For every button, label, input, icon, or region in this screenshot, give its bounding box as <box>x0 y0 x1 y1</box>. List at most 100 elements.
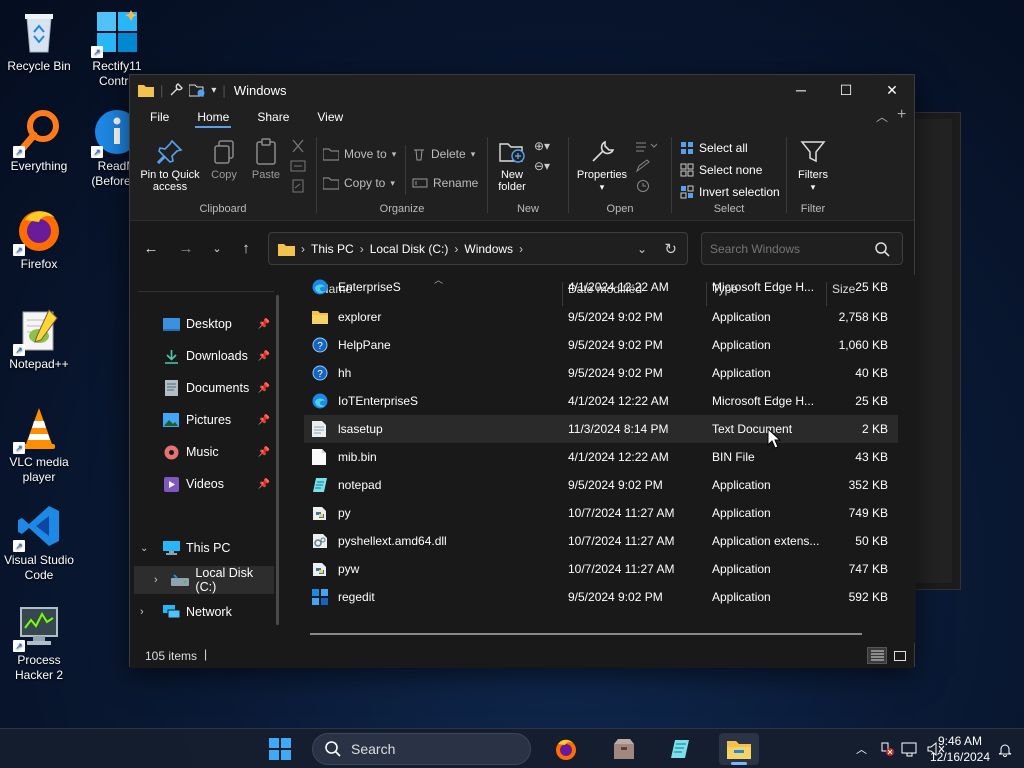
start-button[interactable] <box>260 733 300 765</box>
maximize-button[interactable]: ☐ <box>823 75 869 105</box>
title-bar[interactable]: | ▾ | Windows ─ ☐ ✕ <box>130 75 914 105</box>
new-item-icon[interactable]: ⊕▾ <box>534 139 550 153</box>
pin-icon[interactable]: 📌 <box>258 383 270 394</box>
breadcrumb-local-disk[interactable]: Local Disk (C:) <box>370 242 449 256</box>
pin-icon[interactable]: 📌 <box>258 415 270 426</box>
cut-icon[interactable] <box>290 139 306 153</box>
table-row[interactable]: pyw 10/7/2024 11:27 AM Application 747 KB <box>304 555 898 583</box>
network-status-icon[interactable] <box>901 741 919 757</box>
table-row[interactable]: EnterpriseS 4/1/2024 12:22 AM Microsoft Ed… <box>304 275 898 301</box>
table-row[interactable]: ? HelpPane 9/5/2024 9:02 PM Application 1,06… <box>304 331 898 359</box>
pin-icon[interactable]: 📌 <box>258 479 270 490</box>
table-row[interactable]: mib.bin 4/1/2024 12:22 AM BIN File 43 KB <box>304 443 898 471</box>
nav-pane-scrollbar[interactable] <box>276 295 279 625</box>
desktop-icon-notepadpp[interactable]: ↗ Notepad++ <box>0 306 78 372</box>
security-status-icon[interactable] <box>879 741 895 757</box>
sidebar-item-this-pc[interactable]: ⌄ This PC <box>130 534 282 562</box>
desktop-icon-everything[interactable]: ↗ Everything <box>0 108 78 174</box>
taskbar-firefox[interactable] <box>546 733 586 765</box>
table-row[interactable]: regedit 9/5/2024 9:02 PM Application 592 KB <box>304 583 898 611</box>
notifications-bell-icon[interactable] <box>998 742 1012 757</box>
select-all-button[interactable]: Select all <box>680 141 748 155</box>
search-box[interactable] <box>701 232 903 265</box>
table-row[interactable]: explorer 9/5/2024 9:02 PM Application 2,758… <box>304 303 898 331</box>
new-folder-button[interactable]: New folder <box>490 135 534 193</box>
paste-button[interactable]: Paste <box>246 135 286 181</box>
open-icon[interactable] <box>635 139 657 153</box>
large-icons-view-button[interactable] <box>890 647 910 664</box>
clock[interactable]: 9:46 AM 12/16/2024 <box>928 733 992 765</box>
minimize-button[interactable]: ─ <box>778 75 824 105</box>
taskbar-search-box[interactable]: Search <box>312 733 531 765</box>
tab-home[interactable]: Home <box>183 105 243 129</box>
show-hidden-icons-chevron-icon[interactable]: ︿ <box>856 741 867 757</box>
new-folder-icon[interactable] <box>189 83 205 97</box>
up-button[interactable]: ↑ <box>233 235 259 261</box>
desktop-icon-firefox[interactable]: ↗ Firefox <box>0 206 78 272</box>
tab-view[interactable]: View <box>303 105 357 129</box>
pin-to-quick-access-button[interactable]: Pin to Quick access <box>136 135 204 193</box>
sidebar-item-videos[interactable]: Videos 📌 <box>130 470 282 498</box>
rename-button[interactable]: Rename <box>412 176 478 190</box>
address-history-chevron-icon[interactable]: ⌄ <box>637 242 647 256</box>
table-row[interactable]: notepad 9/5/2024 9:02 PM Application 352 KB <box>304 471 898 499</box>
back-button[interactable]: ← <box>138 235 164 261</box>
close-button[interactable]: ✕ <box>869 75 915 105</box>
chevron-right-icon[interactable]: › <box>154 574 167 586</box>
sidebar-item-downloads[interactable]: Downloads 📌 <box>130 342 282 370</box>
tab-file[interactable]: File <box>130 105 183 129</box>
chevron-down-icon[interactable]: ⌄ <box>140 543 156 554</box>
sidebar-item-desktop[interactable]: Desktop 📌 <box>130 310 282 338</box>
desktop-icon-vscode[interactable]: ↗ Visual Studio Code <box>0 502 78 583</box>
recent-locations-button[interactable]: ⌄ <box>204 235 230 261</box>
details-view-button[interactable] <box>867 647 887 664</box>
invert-selection-button[interactable]: Invert selection <box>680 185 780 199</box>
chevron-right-icon[interactable]: › <box>140 606 156 618</box>
taskbar-file-explorer[interactable] <box>719 733 759 765</box>
select-none-button[interactable]: Select none <box>680 163 762 177</box>
copy-path-icon[interactable] <box>290 159 306 173</box>
history-icon[interactable] <box>635 179 651 193</box>
pin-icon[interactable]: 📌 <box>258 351 270 362</box>
taskbar-notepad[interactable] <box>661 733 701 765</box>
delete-button[interactable]: Delete ▾ <box>412 147 475 161</box>
file-size: 747 KB <box>848 562 888 576</box>
tab-share[interactable]: Share <box>243 105 303 129</box>
customize-qat-chevron-icon[interactable]: ▾ <box>211 85 216 96</box>
desktop-icon-process-hacker[interactable]: ↗ Process Hacker 2 <box>0 602 78 683</box>
forward-button[interactable]: → <box>173 235 199 261</box>
properties-icon[interactable] <box>169 83 184 97</box>
refresh-icon[interactable]: ↻ <box>664 240 677 258</box>
copy-button[interactable]: Copy <box>204 135 244 181</box>
easy-access-icon[interactable]: ⊖▾ <box>534 159 550 173</box>
properties-button[interactable]: Properties ▾ <box>573 135 631 193</box>
horizontal-scrollbar[interactable] <box>310 633 862 635</box>
pin-icon[interactable]: 📌 <box>258 447 270 458</box>
sidebar-item-pictures[interactable]: Pictures 📌 <box>130 406 282 434</box>
table-row[interactable]: lsasetup 11/3/2024 8:14 PM Text Document 2 … <box>304 415 898 443</box>
table-row[interactable]: IoTEnterpriseS 4/1/2024 12:22 AM Microsoft… <box>304 387 898 415</box>
pin-icon[interactable]: 📌 <box>258 319 270 330</box>
paste-shortcut-icon[interactable] <box>290 179 306 193</box>
filters-button[interactable]: Filters ▾ <box>791 135 835 193</box>
search-input[interactable] <box>710 241 870 256</box>
desktop-icon-recycle-bin[interactable]: Recycle Bin <box>0 8 78 74</box>
sidebar-item-local-disk[interactable]: › Local Disk (C:) <box>134 566 274 594</box>
sidebar-item-network[interactable]: › Network <box>130 598 282 626</box>
collapse-ribbon-chevron-icon[interactable]: ︿ <box>876 108 888 125</box>
search-icon[interactable] <box>875 242 890 257</box>
breadcrumb-windows[interactable]: Windows <box>464 242 513 256</box>
sidebar-item-music[interactable]: Music 📌 <box>130 438 282 466</box>
breadcrumb-this-pc[interactable]: This PC <box>311 242 354 256</box>
table-row[interactable]: pyshellext.amd64.dll 10/7/2024 11:27 AM Ap… <box>304 527 898 555</box>
taskbar-archive-app[interactable] <box>604 733 644 765</box>
help-plus-icon[interactable]: + <box>897 106 906 124</box>
desktop-icon-vlc[interactable]: ↗ VLC media player <box>0 404 78 485</box>
sidebar-item-documents[interactable]: Documents 📌 <box>130 374 282 402</box>
edit-pencil-icon[interactable] <box>635 159 651 173</box>
move-to-button[interactable]: Move to ▾ <box>323 147 396 161</box>
copy-to-button[interactable]: Copy to ▾ <box>323 176 395 190</box>
address-bar[interactable]: › This PC › Local Disk (C:) › Windows › … <box>268 232 688 265</box>
table-row[interactable]: ? hh 9/5/2024 9:02 PM Application 40 KB <box>304 359 898 387</box>
table-row[interactable]: py 10/7/2024 11:27 AM Application 749 KB <box>304 499 898 527</box>
